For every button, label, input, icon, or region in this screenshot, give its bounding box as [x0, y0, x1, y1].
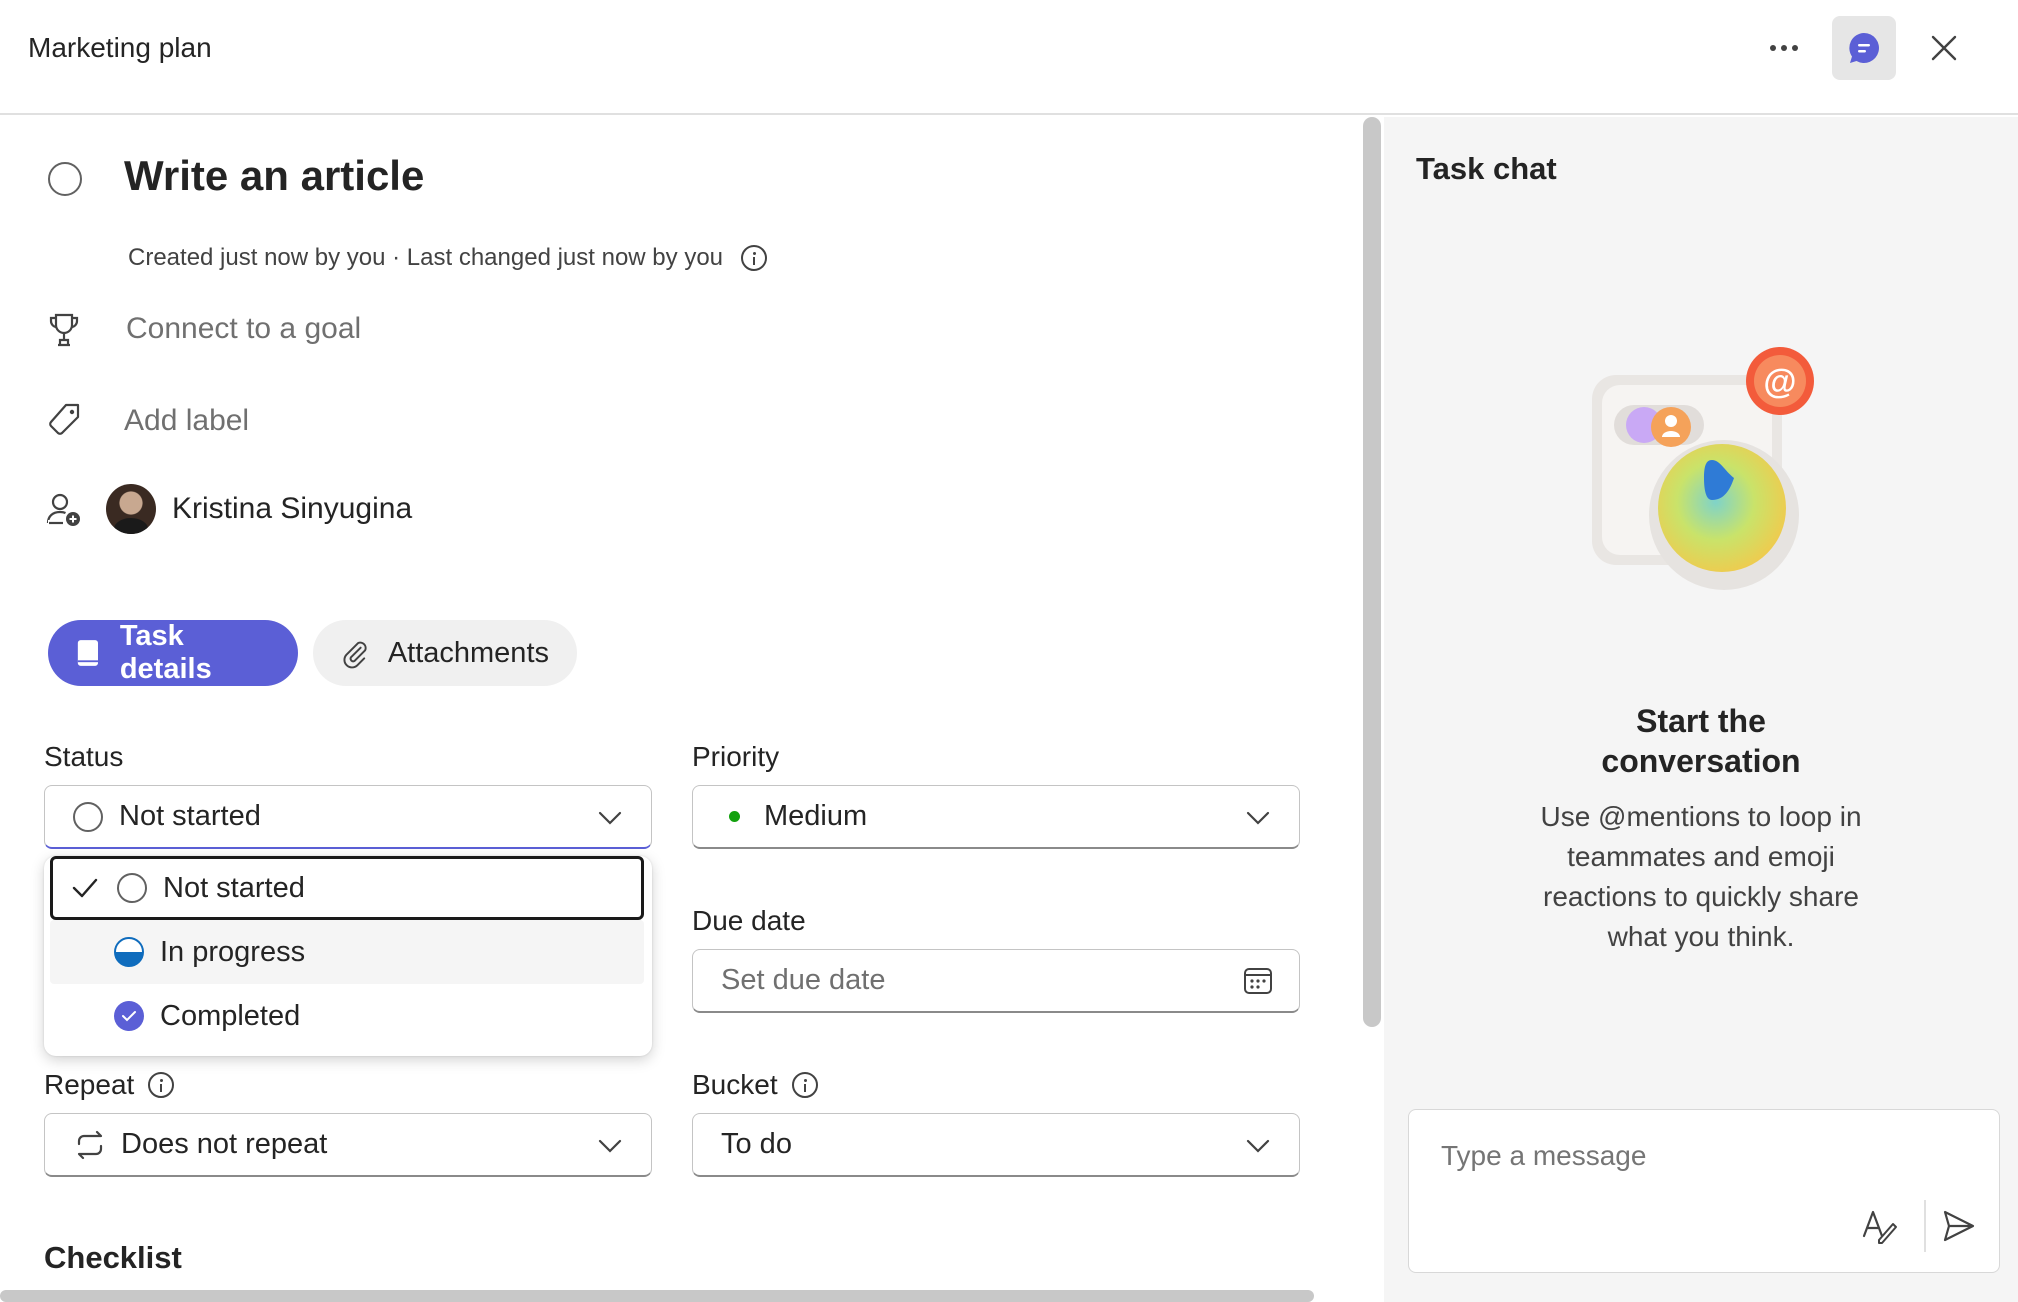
composer-separator: [1924, 1200, 1926, 1252]
status-option-not-started[interactable]: Not started: [50, 856, 644, 920]
due-date-label-text: Due date: [692, 905, 806, 936]
start-conversation-description: Use @mentions to loop in teammates and e…: [1540, 801, 1862, 952]
trophy-icon: [44, 310, 84, 350]
more-options-button[interactable]: [1752, 16, 1816, 80]
calendar-icon[interactable]: [1243, 966, 1273, 996]
svg-text:@: @: [1763, 363, 1796, 401]
task-meta-text: Created just now by you · Last changed j…: [128, 244, 724, 271]
due-date-label: Due date: [692, 905, 806, 937]
checkmark-icon: [53, 877, 117, 899]
bucket-dropdown[interactable]: To do: [692, 1113, 1300, 1177]
circle-icon: [117, 873, 147, 903]
info-icon[interactable]: [741, 245, 768, 271]
tab-attachments[interactable]: Attachments: [313, 620, 577, 686]
status-label: Status: [44, 741, 123, 773]
connect-goal-button[interactable]: Connect to a goal: [126, 312, 361, 346]
status-option-label: Not started: [163, 871, 305, 904]
avatar[interactable]: [106, 484, 156, 534]
assignee-name[interactable]: Kristina Sinyugina: [172, 492, 412, 526]
close-button[interactable]: [1912, 16, 1976, 80]
more-horizontal-icon: [1770, 45, 1798, 51]
status-option-completed[interactable]: Completed: [50, 984, 644, 1048]
start-title-line1: Start the: [1636, 703, 1766, 739]
tab-task-details[interactable]: Task details: [48, 620, 298, 686]
half-circle-icon: [114, 937, 144, 967]
bucket-value: To do: [721, 1128, 792, 1160]
priority-dot-icon: [729, 811, 740, 822]
chevron-down-icon: [1246, 811, 1270, 825]
chat-icon: [1849, 33, 1879, 63]
status-value: Not started: [119, 800, 261, 832]
priority-label: Priority: [692, 741, 779, 773]
checklist-heading: Checklist: [44, 1240, 182, 1275]
tab-task-details-label: Task details: [119, 620, 212, 685]
repeat-value: Does not repeat: [121, 1128, 328, 1160]
info-icon[interactable]: [148, 1072, 175, 1098]
priority-dropdown[interactable]: Medium: [692, 785, 1300, 849]
due-date-field[interactable]: Set due date: [692, 949, 1300, 1013]
task-chat-panel: Task chat @ Start the conversation Use @…: [1384, 117, 2018, 1302]
send-icon: [1943, 1210, 1975, 1242]
send-button[interactable]: [1935, 1202, 1983, 1250]
add-label-button[interactable]: Add label: [124, 404, 249, 438]
status-dropdown[interactable]: Not started: [44, 785, 652, 849]
message-input[interactable]: [1441, 1140, 1921, 1172]
complete-task-checkbox[interactable]: [48, 162, 82, 196]
repeat-label-text: Repeat: [44, 1069, 135, 1100]
priority-value: Medium: [764, 800, 868, 832]
status-option-label: In progress: [160, 935, 306, 968]
format-button[interactable]: [1855, 1202, 1903, 1250]
checkmark-circle-icon: [114, 1001, 144, 1031]
start-title-line2: conversation: [1601, 743, 1801, 779]
chat-illustration-icon: @: [1592, 347, 1814, 590]
task-meta: Created just now by you · Last changed j…: [128, 244, 768, 272]
due-date-placeholder: Set due date: [721, 964, 886, 996]
repeat-label: Repeat: [44, 1069, 175, 1101]
notebook-icon: [77, 640, 98, 666]
tag-icon: [44, 400, 84, 440]
circle-icon: [73, 801, 103, 832]
chevron-down-icon: [598, 811, 622, 825]
plan-title: Marketing plan: [28, 32, 212, 63]
vertical-scrollbar[interactable]: [1363, 117, 1381, 1027]
status-label-text: Status: [44, 741, 124, 772]
text-format-icon: [1862, 1210, 1897, 1244]
close-icon: [1931, 35, 1957, 61]
chat-title: Task chat: [1416, 151, 1557, 186]
repeat-icon: [77, 1130, 103, 1159]
chevron-down-icon: [598, 1139, 622, 1153]
status-menu: Not started In progress Completed: [44, 856, 652, 1056]
tab-attachments-label: Attachments: [387, 636, 549, 669]
start-conversation-title: Start the conversation: [1384, 701, 2018, 781]
status-option-in-progress[interactable]: In progress: [50, 920, 644, 984]
bucket-label-text: Bucket: [692, 1069, 778, 1100]
info-icon[interactable]: [791, 1072, 818, 1098]
assign-person-icon[interactable]: [44, 490, 84, 530]
chevron-down-icon: [1246, 1139, 1270, 1153]
message-composer: [1408, 1109, 2000, 1273]
priority-label-text: Priority: [692, 741, 780, 772]
repeat-dropdown[interactable]: Does not repeat: [44, 1113, 652, 1177]
bucket-label: Bucket: [692, 1069, 818, 1101]
paperclip-icon: [343, 641, 367, 669]
chat-toggle-button[interactable]: [1832, 16, 1896, 80]
status-option-label: Completed: [160, 999, 301, 1032]
header-bar: Marketing plan: [0, 0, 2018, 115]
horizontal-scrollbar[interactable]: [0, 1290, 1314, 1302]
task-title[interactable]: Write an article: [124, 152, 424, 200]
